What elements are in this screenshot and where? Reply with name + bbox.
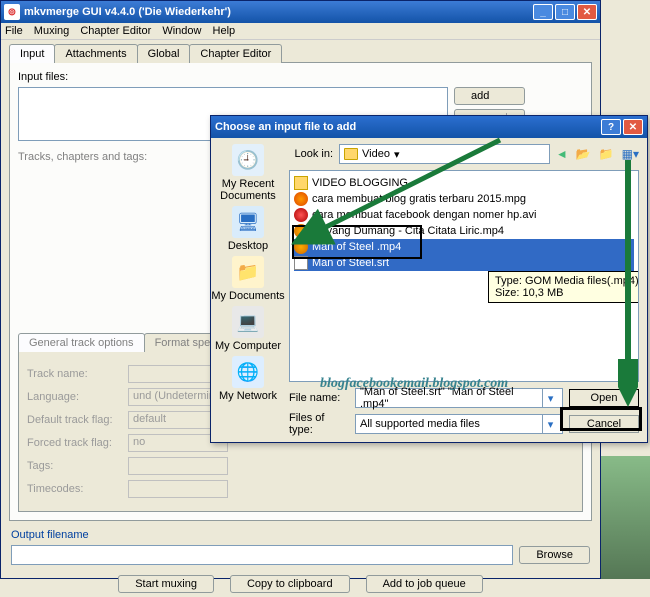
place-desktop[interactable]: 🖥Desktop bbox=[228, 206, 268, 252]
menu-help[interactable]: Help bbox=[213, 25, 236, 37]
folder-icon bbox=[344, 148, 358, 160]
input-files-label: Input files: bbox=[18, 71, 583, 83]
filename-input[interactable]: "Man of Steel.srt" "Man of Steel .mp4"▾ bbox=[355, 388, 563, 408]
window-title: mkvmerge GUI v4.4.0 ('Die Wiederkehr') bbox=[24, 6, 533, 18]
tab-chapter[interactable]: Chapter Editor bbox=[189, 44, 282, 63]
app-icon: ⊚ bbox=[4, 4, 20, 20]
places-bar: 🕘My Recent Documents 🖥Desktop 📁My Docume… bbox=[211, 138, 285, 442]
lookin-dropdown-icon[interactable]: ▾ bbox=[394, 148, 400, 161]
mp4-icon bbox=[294, 240, 308, 254]
filetype-dropdown-icon[interactable]: ▾ bbox=[542, 415, 558, 433]
track-name-label: Track name: bbox=[27, 368, 122, 380]
tab-general-track[interactable]: General track options bbox=[18, 333, 145, 352]
minimize-button[interactable]: _ bbox=[533, 4, 553, 20]
output-filename-label: Output filename bbox=[11, 529, 590, 541]
lookin-select[interactable]: Video ▾ bbox=[339, 144, 550, 164]
cancel-button[interactable]: Cancel bbox=[569, 415, 639, 433]
file-open-dialog: Choose an input file to add ? ✕ 🕘My Rece… bbox=[210, 115, 648, 443]
language-label: Language: bbox=[27, 391, 122, 403]
tab-global[interactable]: Global bbox=[137, 44, 191, 63]
place-recent[interactable]: 🕘My Recent Documents bbox=[211, 144, 285, 202]
filetype-select[interactable]: All supported media files▾ bbox=[355, 414, 563, 434]
place-my-computer[interactable]: 💻My Computer bbox=[215, 306, 281, 352]
views-icon[interactable]: ▦▾ bbox=[622, 147, 639, 161]
main-tabs: Input Attachments Global Chapter Editor bbox=[9, 44, 592, 63]
filetype-label: Files of type: bbox=[289, 412, 349, 436]
menu-window[interactable]: Window bbox=[162, 25, 201, 37]
maximize-button[interactable]: □ bbox=[555, 4, 575, 20]
avi-icon bbox=[294, 208, 308, 222]
start-muxing-button[interactable]: Start muxing bbox=[118, 575, 214, 593]
copy-clipboard-button[interactable]: Copy to clipboard bbox=[230, 575, 350, 593]
file-item[interactable]: Man of Steel.srt bbox=[294, 255, 634, 271]
menu-chapter[interactable]: Chapter Editor bbox=[80, 25, 151, 37]
filename-label: File name: bbox=[289, 392, 349, 404]
file-item[interactable]: VIDEO BLOGGING bbox=[294, 175, 634, 191]
dialog-title: Choose an input file to add bbox=[215, 121, 601, 133]
open-button[interactable]: Open bbox=[569, 389, 639, 407]
file-tooltip: Type: GOM Media files(.mp4) Size: 10,3 M… bbox=[488, 271, 639, 303]
background-image bbox=[601, 456, 650, 579]
new-folder-icon[interactable]: 📁 bbox=[599, 147, 614, 161]
file-item[interactable]: Goyang Dumang - Cita Citata Liric.mp4 bbox=[294, 223, 634, 239]
tab-input[interactable]: Input bbox=[9, 44, 55, 63]
file-list[interactable]: VIDEO BLOGGINGcara membuat blog gratis t… bbox=[289, 170, 639, 382]
filename-dropdown-icon[interactable]: ▾ bbox=[542, 389, 558, 407]
file-item[interactable]: cara membuat blog gratis terbaru 2015.mp… bbox=[294, 191, 634, 207]
place-my-network[interactable]: 🌐My Network bbox=[219, 356, 277, 402]
mp4-icon bbox=[294, 224, 308, 238]
dialog-close-button[interactable]: ✕ bbox=[623, 119, 643, 135]
forced-track-label: Forced track flag: bbox=[27, 437, 122, 449]
timecodes-label: Timecodes: bbox=[27, 483, 122, 495]
back-icon[interactable]: ◄ bbox=[556, 147, 568, 161]
browse-button[interactable]: Browse bbox=[519, 546, 590, 564]
dialog-help-button[interactable]: ? bbox=[601, 119, 621, 135]
lookin-label: Look in: bbox=[289, 148, 333, 160]
srt-icon bbox=[294, 256, 308, 270]
add-job-queue-button[interactable]: Add to job queue bbox=[366, 575, 483, 593]
tab-attachments[interactable]: Attachments bbox=[54, 44, 137, 63]
up-icon[interactable]: 📂 bbox=[576, 147, 591, 161]
tags-label: Tags: bbox=[27, 460, 122, 472]
timecodes-input[interactable] bbox=[128, 480, 228, 498]
file-item[interactable]: Man of Steel .mp4 bbox=[294, 239, 634, 255]
titlebar[interactable]: ⊚ mkvmerge GUI v4.4.0 ('Die Wiederkehr')… bbox=[1, 1, 600, 23]
menu-file[interactable]: File bbox=[5, 25, 23, 37]
output-filename-input[interactable] bbox=[11, 545, 513, 565]
menu-muxing[interactable]: Muxing bbox=[34, 25, 69, 37]
file-item[interactable]: cara membuat facebook dengan nomer hp.av… bbox=[294, 207, 634, 223]
folder-icon bbox=[294, 176, 308, 190]
mpg-icon bbox=[294, 192, 308, 206]
dialog-titlebar[interactable]: Choose an input file to add ? ✕ bbox=[211, 116, 647, 138]
place-my-documents[interactable]: 📁My Documents bbox=[211, 256, 284, 302]
menu-bar: File Muxing Chapter Editor Window Help bbox=[1, 23, 600, 40]
add-button[interactable]: add bbox=[454, 87, 525, 105]
tags-input[interactable] bbox=[128, 457, 228, 475]
default-track-label: Default track flag: bbox=[27, 414, 122, 426]
close-button[interactable]: ✕ bbox=[577, 4, 597, 20]
